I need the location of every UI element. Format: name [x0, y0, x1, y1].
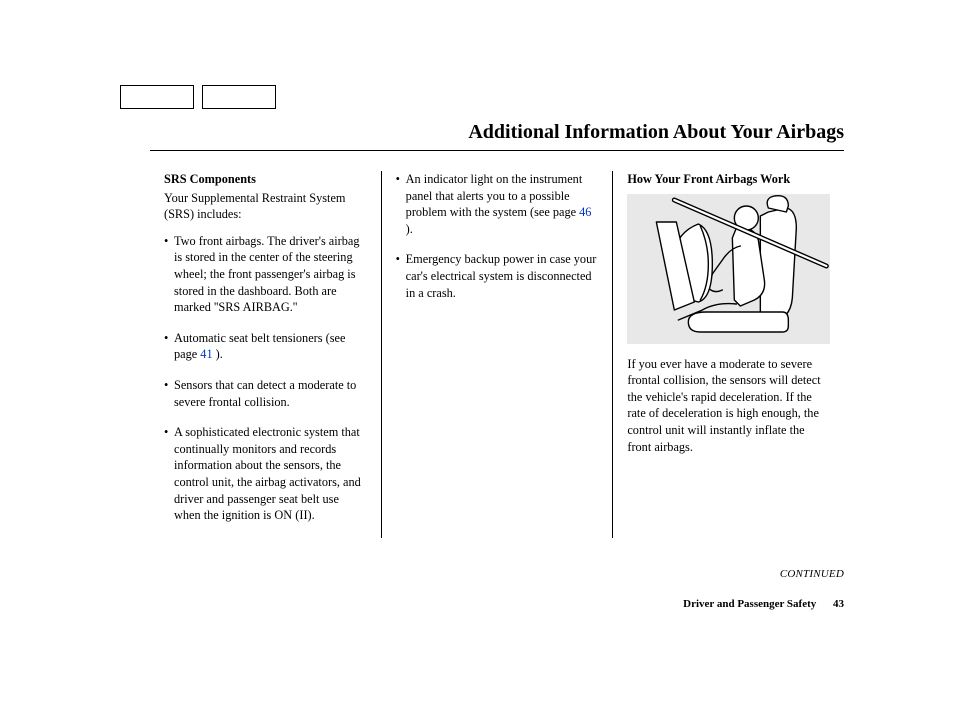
srs-components-heading: SRS Components	[164, 171, 367, 188]
airbag-illustration	[627, 194, 830, 344]
list-item: Sensors that can detect a moderate to se…	[164, 377, 367, 410]
column-2: An indicator light on the instrument pan…	[381, 171, 613, 538]
page-link-41[interactable]: 41	[200, 347, 212, 361]
page: Additional Information About Your Airbag…	[0, 0, 954, 710]
horizontal-rule	[150, 150, 844, 151]
tab-box-left[interactable]	[120, 85, 194, 109]
continued-label: CONTINUED	[40, 568, 844, 580]
column-1: SRS Components Your Supplemental Restrai…	[150, 171, 381, 538]
list-item: Automatic seat belt tensioners (see page…	[164, 330, 367, 363]
srs-intro: Your Supplemental Restraint System (SRS)…	[164, 190, 367, 223]
header-tabs	[120, 85, 914, 109]
how-airbags-work-heading: How Your Front Airbags Work	[627, 171, 830, 188]
page-link-46[interactable]: 46	[579, 205, 591, 219]
page-title: Additional Information About Your Airbag…	[40, 121, 844, 144]
content-columns: SRS Components Your Supplemental Restrai…	[150, 171, 844, 538]
srs-list-continued: An indicator light on the instrument pan…	[396, 171, 599, 301]
tab-box-right[interactable]	[202, 85, 276, 109]
footer-page-number: 43	[833, 598, 844, 610]
list-item: Emergency backup power in case your car'…	[396, 251, 599, 301]
list-item: An indicator light on the instrument pan…	[396, 171, 599, 237]
list-item: Two front airbags. The driver's airbag i…	[164, 233, 367, 316]
column-3: How Your Front Airbags Work	[612, 171, 844, 538]
page-footer: Driver and Passenger Safety 43	[40, 598, 844, 610]
srs-list: Two front airbags. The driver's airbag i…	[164, 233, 367, 524]
airbag-paragraph: If you ever have a moderate to severe fr…	[627, 356, 830, 456]
list-item: A sophisticated electronic system that c…	[164, 424, 367, 524]
footer-section: Driver and Passenger Safety	[683, 598, 816, 610]
